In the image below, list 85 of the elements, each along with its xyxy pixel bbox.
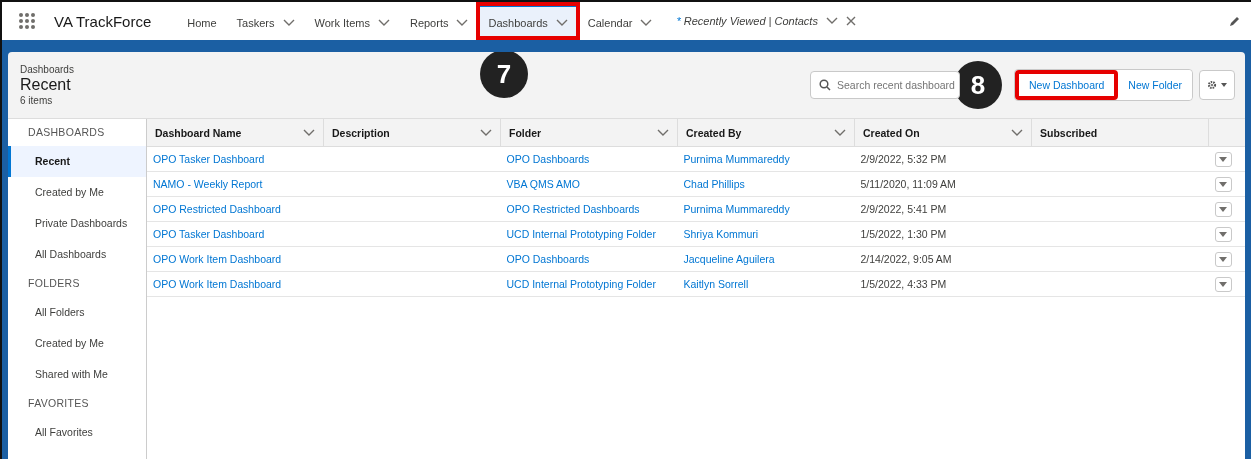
- table-cell: 2/9/2022, 5:32 PM: [860, 153, 947, 165]
- sidebar-item[interactable]: Recent: [8, 146, 146, 177]
- app-launcher-icon[interactable]: [18, 12, 36, 30]
- nav-tab[interactable]: Home: [177, 4, 227, 38]
- row-menu-button[interactable]: [1214, 226, 1232, 242]
- chevron-down-icon[interactable]: [303, 128, 315, 137]
- column-header[interactable]: Subscribed: [1031, 119, 1209, 147]
- table-cell: 1/5/2022, 1:30 PM: [860, 228, 947, 240]
- sidebar-item[interactable]: Shared with Me: [8, 359, 146, 390]
- caret-icon: [1221, 83, 1227, 87]
- sidebar-item[interactable]: Created by Me: [8, 328, 146, 359]
- sidebar-item[interactable]: All Dashboards: [8, 239, 146, 270]
- sidebar-heading: FAVORITES: [27, 396, 90, 411]
- chevron-down-icon[interactable]: [1011, 128, 1023, 137]
- folder-link[interactable]: UCD Internal Prototyping Folder: [506, 278, 656, 290]
- caret-icon: [1219, 181, 1227, 187]
- nav-tab[interactable]: Dashboards: [478, 4, 578, 38]
- row-menu-button[interactable]: [1214, 151, 1232, 167]
- search-icon: [819, 79, 831, 91]
- caret-icon: [1219, 256, 1227, 262]
- sidebar-heading: FOLDERS: [27, 276, 81, 291]
- column-header[interactable]: Created By: [677, 119, 855, 147]
- nav-tab[interactable]: Reports: [399, 4, 479, 38]
- sidebar-heading: DASHBOARDS: [27, 125, 106, 140]
- settings-button[interactable]: [1199, 70, 1235, 100]
- user-link[interactable]: Shriya Kommuri: [683, 228, 759, 240]
- sidebar-item[interactable]: All Favorites: [8, 417, 146, 448]
- settings-icon: [1207, 80, 1217, 90]
- chevron-down-icon[interactable]: [377, 18, 390, 27]
- row-menu-button[interactable]: [1214, 201, 1232, 217]
- nav-tab[interactable]: Calendar: [577, 4, 663, 38]
- table-cell: 1/5/2022, 4:33 PM: [860, 278, 947, 290]
- user-link[interactable]: Jacqueline Aguilera: [683, 253, 775, 265]
- chevron-down-icon[interactable]: [640, 18, 653, 27]
- nav-tab[interactable]: Taskers: [226, 4, 305, 38]
- chevron-down-icon[interactable]: [282, 18, 295, 27]
- row-menu-button[interactable]: [1214, 251, 1232, 267]
- step-callout: 7: [480, 52, 528, 98]
- close-icon[interactable]: [845, 16, 856, 26]
- user-link[interactable]: Kaitlyn Sorrell: [683, 278, 749, 290]
- caret-icon: [1219, 156, 1227, 162]
- chevron-down-icon[interactable]: [657, 128, 669, 137]
- row-menu-button[interactable]: [1214, 276, 1232, 292]
- folder-link[interactable]: UCD Internal Prototyping Folder: [506, 228, 656, 240]
- dashboard-link[interactable]: OPO Work Item Dashboard: [153, 253, 282, 265]
- dashboard-link[interactable]: OPO Tasker Dashboard: [153, 153, 265, 165]
- pencil-icon[interactable]: [1229, 15, 1241, 27]
- folder-link[interactable]: OPO Dashboards: [506, 153, 590, 165]
- sidebar-item[interactable]: Private Dashboards: [8, 208, 146, 239]
- nav-tab[interactable]: Work Items: [304, 4, 400, 38]
- app-name: VA TrackForce: [54, 12, 152, 30]
- sidebar-item[interactable]: All Folders: [8, 297, 146, 328]
- chevron-down-icon[interactable]: [825, 17, 838, 25]
- action-button[interactable]: New Dashboard: [1015, 70, 1119, 100]
- folder-link[interactable]: OPO Restricted Dashboards: [506, 203, 640, 215]
- user-link[interactable]: Purnima Mummareddy: [683, 203, 790, 215]
- chevron-down-icon[interactable]: [555, 18, 568, 27]
- dashboard-link[interactable]: NAMO - Weekly Report: [153, 178, 263, 190]
- caret-icon: [1219, 231, 1227, 237]
- dashboard-link[interactable]: OPO Restricted Dashboard: [153, 203, 281, 215]
- chevron-down-icon[interactable]: [480, 128, 492, 137]
- table-cell: 2/14/2022, 9:05 AM: [860, 253, 952, 265]
- column-header[interactable]: Created On: [854, 119, 1032, 147]
- dashboard-link[interactable]: OPO Tasker Dashboard: [153, 228, 265, 240]
- dashboard-link[interactable]: OPO Work Item Dashboard: [153, 278, 282, 290]
- column-header[interactable]: Folder: [500, 119, 678, 147]
- table-cell: 2/9/2022, 5:41 PM: [860, 203, 947, 215]
- chevron-down-icon[interactable]: [456, 18, 469, 27]
- item-count: 6 items: [20, 95, 54, 106]
- table-cell: 5/11/2020, 11:09 AM: [860, 178, 956, 190]
- folder-link[interactable]: VBA QMS AMO: [506, 178, 581, 190]
- column-header[interactable]: Description: [323, 119, 501, 147]
- folder-link[interactable]: OPO Dashboards: [506, 253, 590, 265]
- open-tab[interactable]: * Recently Viewed | Contacts: [676, 15, 818, 27]
- user-link[interactable]: Chad Phillips: [683, 178, 745, 190]
- row-menu-button[interactable]: [1214, 176, 1232, 192]
- chevron-down-icon[interactable]: [834, 128, 846, 137]
- page-title: Recent: [20, 76, 72, 94]
- caret-icon: [1219, 206, 1227, 212]
- caret-icon: [1219, 281, 1227, 287]
- column-header[interactable]: Dashboard Name: [147, 119, 324, 147]
- search-field[interactable]: Search recent dashboard: [810, 71, 960, 99]
- sidebar-item[interactable]: Created by Me: [8, 177, 146, 208]
- breadcrumb: Dashboards: [20, 64, 74, 75]
- user-link[interactable]: Purnima Mummareddy: [683, 153, 790, 165]
